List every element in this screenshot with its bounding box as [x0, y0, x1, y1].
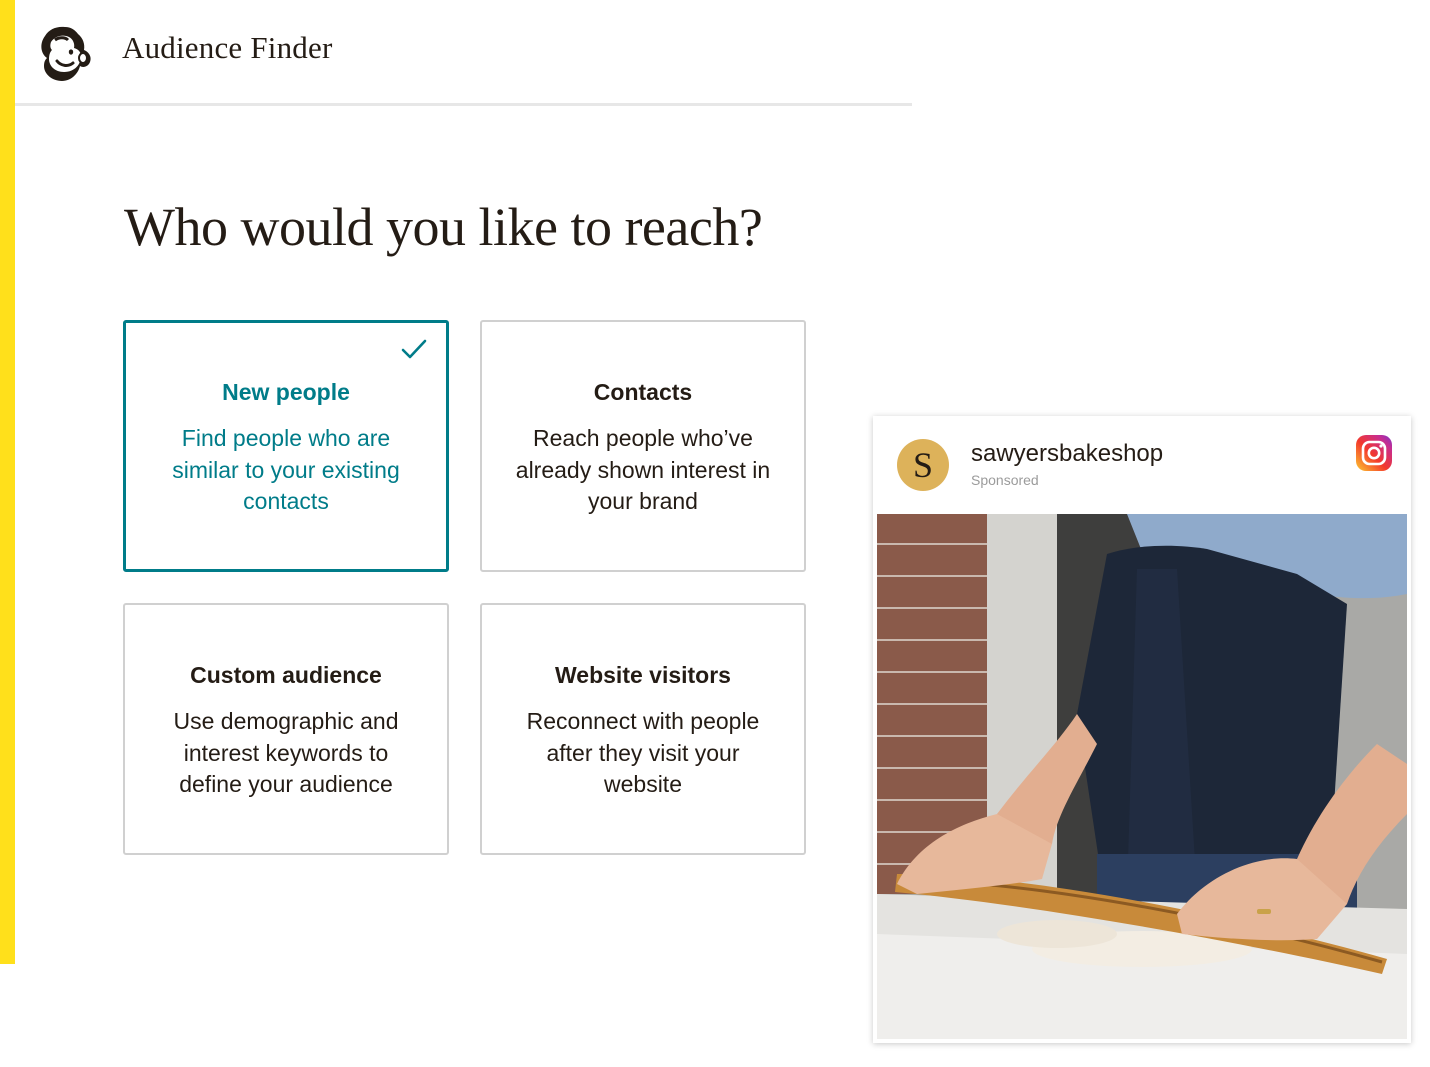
page-title: Who would you like to reach?: [124, 197, 763, 257]
option-card-contacts[interactable]: Contacts Reach people who’ve already sho…: [480, 320, 806, 572]
instagram-icon: [1355, 434, 1393, 472]
checkmark-icon: [400, 337, 428, 363]
ad-preview-card: S sawyersbakeshop Sponsored: [873, 416, 1411, 1043]
accent-strip: [0, 0, 15, 964]
app-header: Audience Finder: [15, 0, 912, 106]
option-title: Contacts: [593, 379, 693, 405]
sponsored-label: Sponsored: [971, 472, 1039, 488]
option-title: Website visitors: [555, 662, 731, 688]
option-description: Reconnect with people after they visit y…: [526, 708, 760, 797]
avatar: S: [897, 439, 949, 491]
option-description: Reach people who’ve already shown intere…: [515, 425, 771, 514]
option-title: Custom audience: [190, 662, 382, 688]
option-description: Find people who are similar to your exis…: [172, 425, 400, 514]
option-title: New people: [222, 379, 350, 405]
option-description: Use demographic and interest keywords to…: [173, 708, 399, 797]
ad-username: sawyersbakeshop: [971, 440, 1164, 467]
option-card-website-visitors[interactable]: Website visitors Reconnect with people a…: [480, 603, 806, 855]
option-card-custom-audience[interactable]: Custom audience Use demographic and inte…: [123, 603, 449, 855]
app-title: Audience Finder: [122, 30, 333, 65]
mailchimp-logo-icon[interactable]: [37, 24, 95, 84]
page-root: Audience Finder Who would you like to re…: [0, 0, 1430, 1067]
option-card-new-people[interactable]: New people Find people who are similar t…: [123, 320, 449, 572]
baker-rolling-dough-photo: [877, 514, 1407, 1039]
